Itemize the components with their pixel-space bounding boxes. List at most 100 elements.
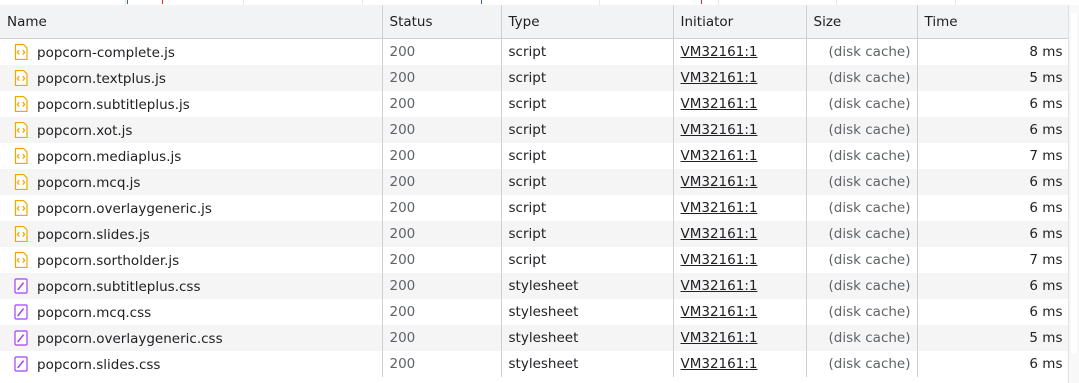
file-name: popcorn.textplus.js <box>37 70 166 87</box>
table-row[interactable]: popcorn.mediaplus.js 200 script VM32161:1 (d… <box>0 143 1070 169</box>
cell-name[interactable]: popcorn-complete.js <box>0 38 383 65</box>
css-file-icon <box>14 277 28 294</box>
cell-status: 200 <box>382 65 502 91</box>
cell-initiator: VM32161:1 <box>673 195 807 221</box>
initiator-link[interactable]: VM32161:1 <box>681 70 758 86</box>
cell-size: (disk cache) <box>806 143 918 169</box>
cell-status: 200 <box>382 221 502 247</box>
js-file-icon <box>14 225 28 242</box>
cell-name[interactable]: popcorn.subtitleplus.css <box>0 273 383 299</box>
cell-name[interactable]: popcorn.slides.js <box>0 221 383 247</box>
table-row[interactable]: popcorn.sortholder.js 200 script VM32161:1 (… <box>0 247 1070 273</box>
cell-size: (disk cache) <box>806 299 918 325</box>
cell-status: 200 <box>382 91 502 117</box>
initiator-link[interactable]: VM32161:1 <box>681 148 758 164</box>
column-header-size[interactable]: Size <box>806 5 918 39</box>
overview-tick <box>481 0 482 4</box>
js-file-icon <box>14 173 28 190</box>
cell-time: 5 ms <box>917 65 1070 91</box>
column-header-status[interactable]: Status <box>382 5 502 39</box>
table-row[interactable]: popcorn.subtitleplus.css 200 stylesheet VM3… <box>0 273 1070 299</box>
initiator-link[interactable]: VM32161:1 <box>681 356 758 372</box>
cell-name[interactable]: popcorn.mediaplus.js <box>0 143 383 169</box>
initiator-link[interactable]: VM32161:1 <box>681 44 758 60</box>
cell-type: script <box>501 91 674 117</box>
network-requests-table: Name Status Type Initiator Size Time pop… <box>0 5 1070 377</box>
cell-size: (disk cache) <box>806 247 918 273</box>
cell-name[interactable]: popcorn.textplus.js <box>0 65 383 91</box>
cell-initiator: VM32161:1 <box>673 38 807 65</box>
cell-size: (disk cache) <box>806 221 918 247</box>
cell-status: 200 <box>382 299 502 325</box>
initiator-link[interactable]: VM32161:1 <box>681 278 758 294</box>
vertical-scrollbar[interactable] <box>1068 5 1079 383</box>
cell-name[interactable]: popcorn.mcq.js <box>0 169 383 195</box>
table-row[interactable]: popcorn.overlaygeneric.js 200 script VM3216… <box>0 195 1070 221</box>
table-row[interactable]: popcorn.textplus.js 200 script VM32161:1 (di… <box>0 65 1070 91</box>
cell-name[interactable]: popcorn.mcq.css <box>0 299 383 325</box>
css-file-icon <box>14 329 28 346</box>
table-row[interactable]: popcorn.mcq.css 200 stylesheet VM32161:1 (di… <box>0 299 1070 325</box>
cell-initiator: VM32161:1 <box>673 273 807 299</box>
cell-name[interactable]: popcorn.overlaygeneric.js <box>0 195 383 221</box>
cell-name[interactable]: popcorn.xot.js <box>0 117 383 143</box>
cell-size: (disk cache) <box>806 325 918 351</box>
table-row[interactable]: popcorn.mcq.js 200 script VM32161:1 (disk ca… <box>0 169 1070 195</box>
cell-status: 200 <box>382 247 502 273</box>
table-row[interactable]: popcorn.slides.js 200 script VM32161:1 (disk… <box>0 221 1070 247</box>
table-row[interactable]: popcorn.subtitleplus.js 200 script VM32161:… <box>0 91 1070 117</box>
cell-initiator: VM32161:1 <box>673 117 807 143</box>
cell-status: 200 <box>382 143 502 169</box>
cell-name[interactable]: popcorn.subtitleplus.js <box>0 91 383 117</box>
cell-time: 5 ms <box>917 325 1070 351</box>
scrollbar-thumb[interactable] <box>1071 13 1077 353</box>
file-name: popcorn.subtitleplus.css <box>37 278 201 295</box>
initiator-link[interactable]: VM32161:1 <box>681 200 758 216</box>
cell-initiator: VM32161:1 <box>673 65 807 91</box>
cell-type: script <box>501 143 674 169</box>
cell-size: (disk cache) <box>806 38 918 65</box>
cell-time: 6 ms <box>917 351 1070 377</box>
file-name: popcorn.slides.css <box>37 356 161 373</box>
initiator-link[interactable]: VM32161:1 <box>681 304 758 320</box>
cell-time: 6 ms <box>917 221 1070 247</box>
js-file-icon <box>14 43 28 60</box>
initiator-link[interactable]: VM32161:1 <box>681 226 758 242</box>
cell-name[interactable]: popcorn.slides.css <box>0 351 383 377</box>
overview-tick <box>127 0 128 4</box>
initiator-link[interactable]: VM32161:1 <box>681 252 758 268</box>
initiator-link[interactable]: VM32161:1 <box>681 122 758 138</box>
file-name: popcorn.slides.js <box>37 226 150 243</box>
cell-name[interactable]: popcorn.overlaygeneric.css <box>0 325 383 351</box>
column-header-initiator[interactable]: Initiator <box>673 5 807 39</box>
column-header-name[interactable]: Name <box>0 5 383 39</box>
cell-type: script <box>501 38 674 65</box>
cell-type: script <box>501 169 674 195</box>
cell-initiator: VM32161:1 <box>673 299 807 325</box>
cell-type: script <box>501 247 674 273</box>
file-name: popcorn.mediaplus.js <box>37 148 182 165</box>
file-name: popcorn.overlaygeneric.css <box>37 330 223 347</box>
cell-initiator: VM32161:1 <box>673 143 807 169</box>
cell-name[interactable]: popcorn.sortholder.js <box>0 247 383 273</box>
js-file-icon <box>14 95 28 112</box>
file-name: popcorn-complete.js <box>37 44 175 61</box>
cell-size: (disk cache) <box>806 351 918 377</box>
table-row[interactable]: popcorn.overlaygeneric.css 200 stylesheet V… <box>0 325 1070 351</box>
initiator-link[interactable]: VM32161:1 <box>681 174 758 190</box>
cell-type: script <box>501 221 674 247</box>
cell-status: 200 <box>382 325 502 351</box>
initiator-link[interactable]: VM32161:1 <box>681 330 758 346</box>
column-header-time[interactable]: Time <box>917 5 1070 39</box>
table-header-row: Name Status Type Initiator Size Time <box>0 5 1070 39</box>
cell-type: stylesheet <box>501 273 674 299</box>
table-row[interactable]: popcorn-complete.js 200 script VM32161:1 (di… <box>0 38 1070 65</box>
initiator-link[interactable]: VM32161:1 <box>681 96 758 112</box>
column-header-type[interactable]: Type <box>501 5 674 39</box>
cell-status: 200 <box>382 351 502 377</box>
cell-status: 200 <box>382 117 502 143</box>
table-row[interactable]: popcorn.xot.js 200 script VM32161:1 (disk ca… <box>0 117 1070 143</box>
table-row[interactable]: popcorn.slides.css 200 stylesheet VM32161:1… <box>0 351 1070 377</box>
cell-initiator: VM32161:1 <box>673 169 807 195</box>
js-file-icon <box>14 199 28 216</box>
